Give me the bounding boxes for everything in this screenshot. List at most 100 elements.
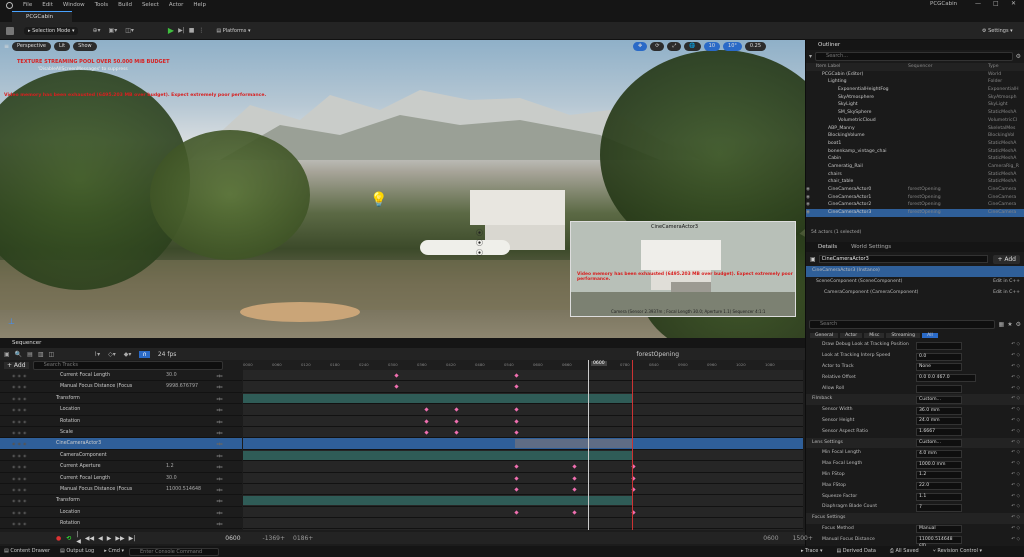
visibility-icon[interactable] <box>806 178 816 186</box>
keyframe[interactable] <box>424 430 429 435</box>
outliner-row[interactable]: Cabin StaticMeshA <box>806 155 1024 163</box>
section-bar[interactable] <box>243 496 632 506</box>
property-value[interactable]: 4.0 mm <box>916 449 962 458</box>
keyframe[interactable] <box>514 487 519 492</box>
keyframe[interactable] <box>424 407 429 412</box>
menu-edit[interactable]: Edit <box>42 2 53 8</box>
record-icon[interactable]: ● <box>56 535 61 542</box>
track-value[interactable] <box>166 438 216 448</box>
track-value[interactable]: 30.0 <box>166 473 216 483</box>
seq-cam-icon[interactable]: ▥ <box>38 351 44 358</box>
col-type[interactable]: Type <box>988 63 1024 71</box>
tab-details[interactable]: Details <box>818 242 837 252</box>
section-bar[interactable] <box>243 450 632 460</box>
section-bar[interactable] <box>515 439 632 449</box>
timeline-lane[interactable] <box>243 518 803 530</box>
track-row[interactable]: ◉◉◉ Current Aperture 1.2 ◂◆▸ <box>0 461 242 473</box>
console-input[interactable]: Enter Console Command <box>128 547 219 556</box>
lit-button[interactable]: Lit <box>54 42 71 51</box>
track-value[interactable]: 11000.514648 <box>166 484 216 494</box>
timeline-lane[interactable] <box>243 427 803 439</box>
timeline-lane[interactable] <box>243 416 803 427</box>
track-toggle-icons[interactable]: ◉◉◉ <box>0 518 50 528</box>
outliner-row[interactable]: SkyLight SkyLight <box>806 101 1024 109</box>
scene-component-row[interactable]: SceneComponent (SceneComponent) Edit in C… <box>806 277 1024 288</box>
menu-window[interactable]: Window <box>63 2 85 8</box>
playhead-line[interactable] <box>588 360 589 530</box>
keyframe[interactable] <box>514 384 519 390</box>
track-toggle-icons[interactable]: ◉◉◉ <box>0 484 50 494</box>
content-drawer-button[interactable]: ▤ Content Drawer <box>4 546 50 557</box>
filter-tab-general[interactable]: General <box>810 332 839 338</box>
instance-row[interactable]: CineCameraActor3 (Instance) <box>806 266 1024 277</box>
timeline[interactable]: 0000 0060 0120 0180 0240 0300 0360 0420 0480 0540… <box>243 360 803 530</box>
filter-tab-actor[interactable]: Actor <box>840 332 863 338</box>
track-toggle-icons[interactable]: ◉◉◉ <box>0 427 50 437</box>
visibility-icon[interactable]: ◉ <box>806 209 816 217</box>
outliner-row[interactable]: Lighting Folder <box>806 78 1024 86</box>
property-value[interactable] <box>916 384 962 393</box>
timeline-lane[interactable] <box>243 473 803 484</box>
menu-help[interactable]: Help <box>193 2 206 8</box>
play-icon[interactable]: ▶ <box>168 26 174 35</box>
time-ruler[interactable]: 0000 0060 0120 0180 0240 0300 0360 0420 0480 0540… <box>243 360 803 370</box>
key-nav-icon[interactable]: ◂◆▸ <box>216 381 242 391</box>
track-value[interactable] <box>166 518 216 528</box>
track-value[interactable]: 9998.676797 <box>166 381 216 391</box>
visibility-icon[interactable] <box>806 94 816 102</box>
outliner-search-input[interactable]: Search... <box>815 52 1013 61</box>
reset-key-icon[interactable]: ↶ ◇ <box>1011 438 1020 449</box>
outliner-row[interactable]: ◉ CineCameraActor1 forestOpening CineCamera <box>806 194 1024 202</box>
reset-key-icon[interactable]: ↶ ◇ <box>1011 362 1020 373</box>
key-nav-icon[interactable]: ◂◆▸ <box>216 370 242 380</box>
show-button[interactable]: Show <box>73 42 97 51</box>
filter-icon[interactable]: ▾ <box>809 53 812 60</box>
track-value[interactable] <box>166 427 216 437</box>
track-row[interactable]: ◉◉◉ Rotation ◂◆▸ <box>0 416 242 427</box>
range-start[interactable]: -1369+ <box>263 535 285 542</box>
keyframe[interactable] <box>394 384 399 390</box>
track-value[interactable] <box>166 507 216 517</box>
filter-tab-streaming[interactable]: Streaming <box>886 332 921 338</box>
reverse-icon[interactable]: ◀ <box>98 535 103 542</box>
timeline-lane[interactable] <box>243 370 803 382</box>
save-icon[interactable] <box>6 26 14 35</box>
visibility-icon[interactable] <box>806 155 816 163</box>
seq-transform-icon[interactable]: ◇▾ <box>108 351 116 358</box>
outliner-row[interactable]: ◉ CineCameraActor2 forestOpening CineCamera <box>806 201 1024 209</box>
visibility-icon[interactable] <box>806 125 816 133</box>
outliner-row[interactable]: bonenkamp_vintage_chai StaticMeshA <box>806 148 1024 156</box>
property-value[interactable] <box>916 341 962 350</box>
track-row[interactable]: ◉◉◉ Manual Focus Distance (Focus 11000.514… <box>0 484 242 496</box>
property-value[interactable]: 1.1 <box>916 492 962 501</box>
keyframe[interactable] <box>514 373 519 378</box>
reset-key-icon[interactable]: ↶ ◇ <box>1011 459 1020 470</box>
reset-key-icon[interactable]: ↶ ◇ <box>1011 470 1020 481</box>
track-value[interactable]: 1.2 <box>166 461 216 471</box>
menu-select[interactable]: Select <box>142 2 159 8</box>
keyframe[interactable] <box>454 407 459 412</box>
property-value[interactable]: 24.0 mm <box>916 417 962 426</box>
key-nav-icon[interactable]: ◂◆▸ <box>216 484 242 494</box>
outliner-row[interactable]: SM_SkySphere StaticMeshA <box>806 109 1024 117</box>
light-bulb-icon[interactable]: 💡 <box>370 192 387 208</box>
selection-mode-button[interactable]: ▸ Selection Mode ▾ <box>24 26 79 35</box>
reset-key-icon[interactable]: ↶ ◇ <box>1011 481 1020 492</box>
settings-button[interactable]: ⚙ Settings ▾ <box>982 28 1013 34</box>
loop-icon[interactable]: ⟲ <box>66 535 71 542</box>
timeline-lane[interactable] <box>243 450 803 462</box>
track-toggle-icons[interactable]: ◉◉◉ <box>0 495 50 505</box>
visibility-icon[interactable]: ◉ <box>806 186 816 194</box>
property-value[interactable]: 1.6667 <box>916 428 962 437</box>
key-nav-icon[interactable]: ◂◆▸ <box>216 450 242 460</box>
timeline-lane[interactable] <box>243 438 803 450</box>
play-options-icon[interactable]: ⋮ <box>198 27 204 34</box>
reset-key-icon[interactable]: ↶ ◇ <box>1011 373 1020 384</box>
end-frame-b[interactable]: 1500+ <box>793 535 813 542</box>
track-value[interactable] <box>166 404 216 414</box>
reset-key-icon[interactable]: ↶ ◇ <box>1011 351 1020 362</box>
outliner-row[interactable]: ◉ CineCameraActor3 forestOpening CineCamera <box>806 209 1024 217</box>
property-value[interactable]: Custom... <box>916 395 962 404</box>
reset-key-icon[interactable]: ↶ ◇ <box>1011 416 1020 427</box>
to-end-icon[interactable]: ▶| <box>129 535 136 542</box>
